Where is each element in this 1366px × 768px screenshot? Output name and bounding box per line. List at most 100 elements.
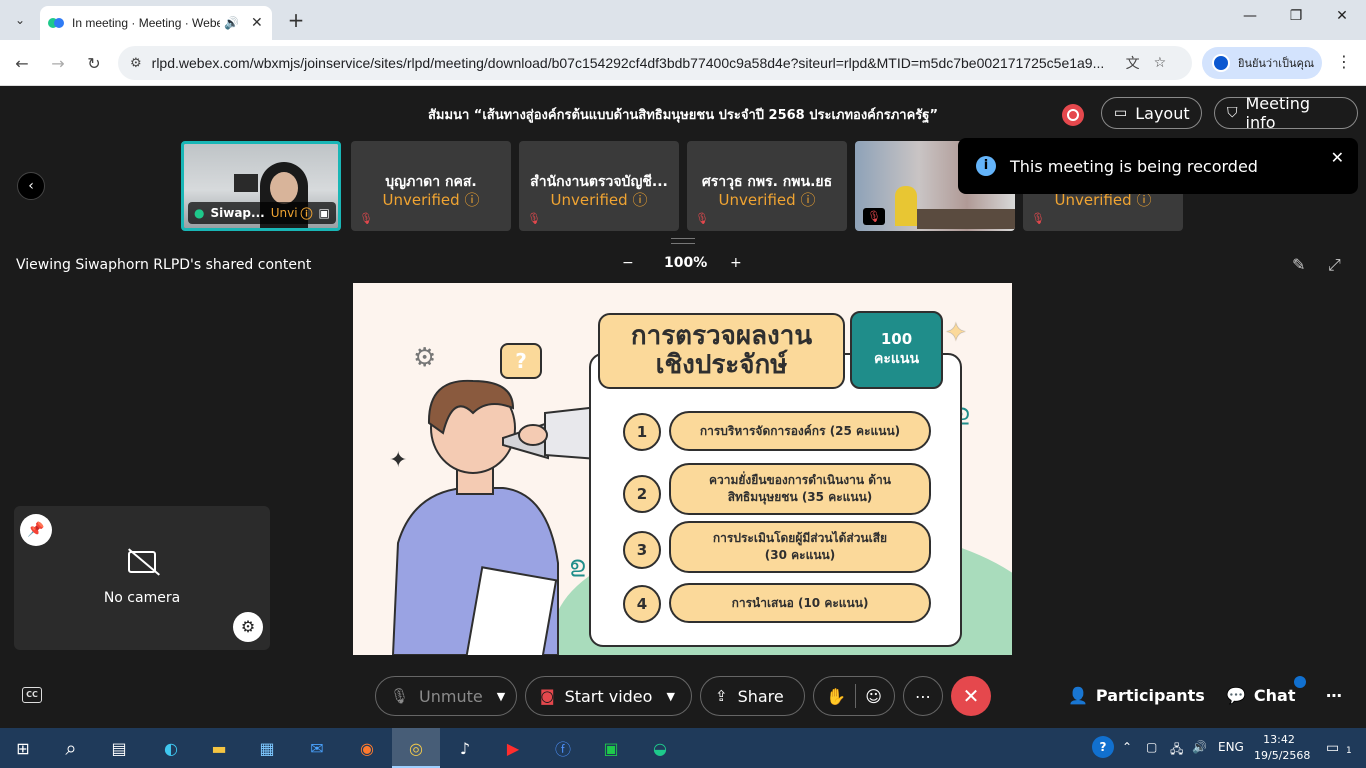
sparkle-icon: ✦ (945, 318, 967, 348)
close-tab-icon[interactable]: ✕ (251, 15, 263, 31)
slide-title-line1: การตรวจผลงาน (630, 321, 813, 352)
network-icon[interactable]: 🖧 (1170, 740, 1183, 761)
tab-title: In meeting · Meeting · Webex (72, 16, 220, 30)
strip-previous-icon[interactable]: ‹ (17, 172, 45, 200)
share-button[interactable]: ⇪ Share (700, 676, 805, 716)
gear-decoration-icon: ⚙ (413, 343, 437, 373)
back-icon[interactable]: ← (10, 52, 34, 76)
reload-icon[interactable]: ↻ (82, 52, 106, 76)
system-clock[interactable]: 13:42 19/5/2568 (1254, 732, 1311, 764)
chevron-down-icon[interactable]: ▼ (666, 690, 674, 703)
meeting-info-button[interactable]: ⛉ Meeting info (1214, 94, 1358, 132)
mic-muted-icon: 🎙 (527, 212, 541, 225)
close-window-icon[interactable]: ✕ (1322, 8, 1362, 24)
store-icon[interactable]: ▦ (252, 734, 282, 762)
task-view-icon[interactable]: ▤ (104, 734, 134, 762)
translate-icon[interactable]: 文 (1126, 53, 1140, 73)
participants-icon: 👤 (1068, 686, 1088, 705)
meet-icon[interactable]: ▢ (1146, 740, 1157, 754)
participants-button[interactable]: 👤 Participants (1068, 686, 1205, 705)
overflow-menu-icon[interactable]: ⋯ (1326, 686, 1342, 705)
firefox-icon[interactable]: ◉ (352, 734, 382, 762)
language-indicator[interactable]: ENG (1218, 740, 1244, 754)
facebook-icon[interactable]: ⓕ (548, 734, 578, 762)
webex-meeting-window: สัมมนา “เส้นทางสู่องค์กรต้นแบบด้านสิทธิม… (0, 86, 1366, 728)
unmute-label: Unmute (419, 686, 483, 706)
screen-share-icon: ▣ (318, 206, 330, 220)
meeting-info-label: Meeting info (1245, 94, 1311, 132)
chat-icon: 💬 (1226, 686, 1246, 705)
fullscreen-icon[interactable]: ⤢ (1328, 255, 1341, 275)
webex-icon[interactable]: ◒ (645, 734, 675, 762)
volume-icon[interactable]: 🔊 (1192, 740, 1207, 754)
participants-label: Participants (1095, 686, 1205, 705)
search-icon[interactable]: ⌕ (56, 734, 86, 762)
recording-indicator-icon[interactable] (1062, 104, 1084, 126)
pin-icon[interactable]: 📌 (20, 514, 52, 546)
participant-tile[interactable]: สำนักงานตรวจบัญชี... Unverified ⓘ 🎙 (519, 141, 679, 231)
participant-status: Unverified ⓘ (550, 191, 648, 209)
slide-title-box: การตรวจผลงาน เชิงประจักษ์ (598, 313, 845, 389)
criteria-number: 1 (623, 413, 661, 451)
gear-icon[interactable]: ⚙ (233, 612, 263, 642)
start-video-button[interactable]: ◙ Start video ▼ (525, 676, 692, 716)
tiktok-icon[interactable]: ♪ (450, 734, 480, 762)
browser-tab-webex[interactable]: In meeting · Meeting · Webex 🔊 ✕ (40, 6, 272, 40)
help-icon[interactable]: ? (1092, 736, 1114, 758)
zoom-in-button[interactable]: + (730, 255, 742, 271)
chat-label: Chat (1253, 686, 1296, 705)
layout-icon: ▭ (1114, 105, 1128, 121)
forward-icon[interactable]: → (46, 52, 70, 76)
close-toast-icon[interactable]: ✕ (1331, 148, 1344, 167)
camera-off-icon (128, 551, 156, 573)
participant-status: Unverified ⓘ (382, 191, 480, 209)
mic-muted-icon: 🎙 (1031, 212, 1045, 225)
notification-count: 1 (1346, 746, 1352, 756)
new-tab-button[interactable]: + (284, 8, 308, 32)
mail-icon[interactable]: ✉ (302, 734, 332, 762)
chat-button[interactable]: 💬 Chat (1226, 686, 1296, 705)
participant-tile-self[interactable]: ● Siwap... Unvi ⓘ ▣ (181, 141, 341, 231)
url-omnibox[interactable]: ⚙ rlpd.webex.com/wbxmjs/joinservice/site… (118, 46, 1192, 80)
chevron-up-icon[interactable]: ⌃ (1122, 740, 1132, 754)
participant-tile[interactable]: บุญภาดา กคส. Unverified ⓘ 🎙 (351, 141, 511, 231)
closed-captions-icon[interactable]: CC (22, 687, 42, 703)
mic-muted-icon: 🎙 (390, 687, 410, 705)
file-explorer-icon[interactable]: ▬ (204, 734, 234, 762)
site-info-icon[interactable]: ⚙ (130, 56, 142, 71)
chrome-icon[interactable]: ◎ (401, 734, 431, 762)
browser-menu-icon[interactable]: ⋮ (1336, 52, 1352, 71)
zoom-out-button[interactable]: − (622, 255, 634, 271)
unmute-button[interactable]: 🎙 Unmute ▼ (375, 676, 517, 716)
chevron-down-icon[interactable]: ▼ (497, 690, 505, 703)
speaker-icon[interactable]: 🔊 (224, 16, 239, 30)
youtube-icon[interactable]: ▶ (498, 734, 528, 762)
profile-label: ยินยันว่าเป็นคุณ (1238, 57, 1315, 70)
restore-icon[interactable]: ❐ (1276, 8, 1316, 24)
bookmark-star-icon[interactable]: ☆ (1154, 55, 1167, 71)
notifications-icon[interactable]: ▭ (1326, 740, 1339, 756)
share-label: Share (737, 686, 784, 706)
annotate-icon[interactable]: ✎ (1292, 255, 1305, 274)
clock-date: 19/5/2568 (1254, 749, 1311, 762)
info-icon: i (976, 156, 996, 176)
layout-button[interactable]: ▭ Layout (1101, 97, 1202, 129)
criteria-panel: 1 การบริหารจัดการองค์กร (25 คะแนน) 2 ควา… (589, 353, 962, 647)
tab-search-icon[interactable]: ⌄ (8, 8, 32, 32)
start-windows-icon[interactable]: ⊞ (8, 734, 38, 762)
edge-icon[interactable]: ◐ (156, 734, 186, 762)
chat-unread-badge (1294, 676, 1306, 688)
self-view-panel: 📌 No camera ⚙ (14, 506, 270, 650)
line-icon[interactable]: ▣ (596, 734, 626, 762)
shared-content-slide: ⚙ ? ✦ ✦ ഉ ഉ 1 การบริหารจัดการองค์กร (25 … (353, 283, 1012, 655)
avatar (1212, 54, 1230, 72)
reactions-icon[interactable]: ☺ (865, 687, 882, 706)
participant-tile[interactable]: ศราวุธ กพร. กพน.ยธ Unverified ⓘ 🎙 (687, 141, 847, 231)
minimize-icon[interactable]: — (1230, 8, 1270, 24)
leave-meeting-button[interactable]: ✕ (951, 676, 991, 716)
url-text[interactable]: rlpd.webex.com/wbxmjs/joinservice/sites/… (152, 55, 1112, 71)
resize-handle-icon[interactable] (671, 238, 695, 244)
profile-button[interactable]: ยินยันว่าเป็นคุณ (1202, 47, 1322, 79)
more-options-button[interactable]: ⋯ (903, 676, 943, 716)
raise-hand-icon[interactable]: ✋ (826, 687, 846, 706)
